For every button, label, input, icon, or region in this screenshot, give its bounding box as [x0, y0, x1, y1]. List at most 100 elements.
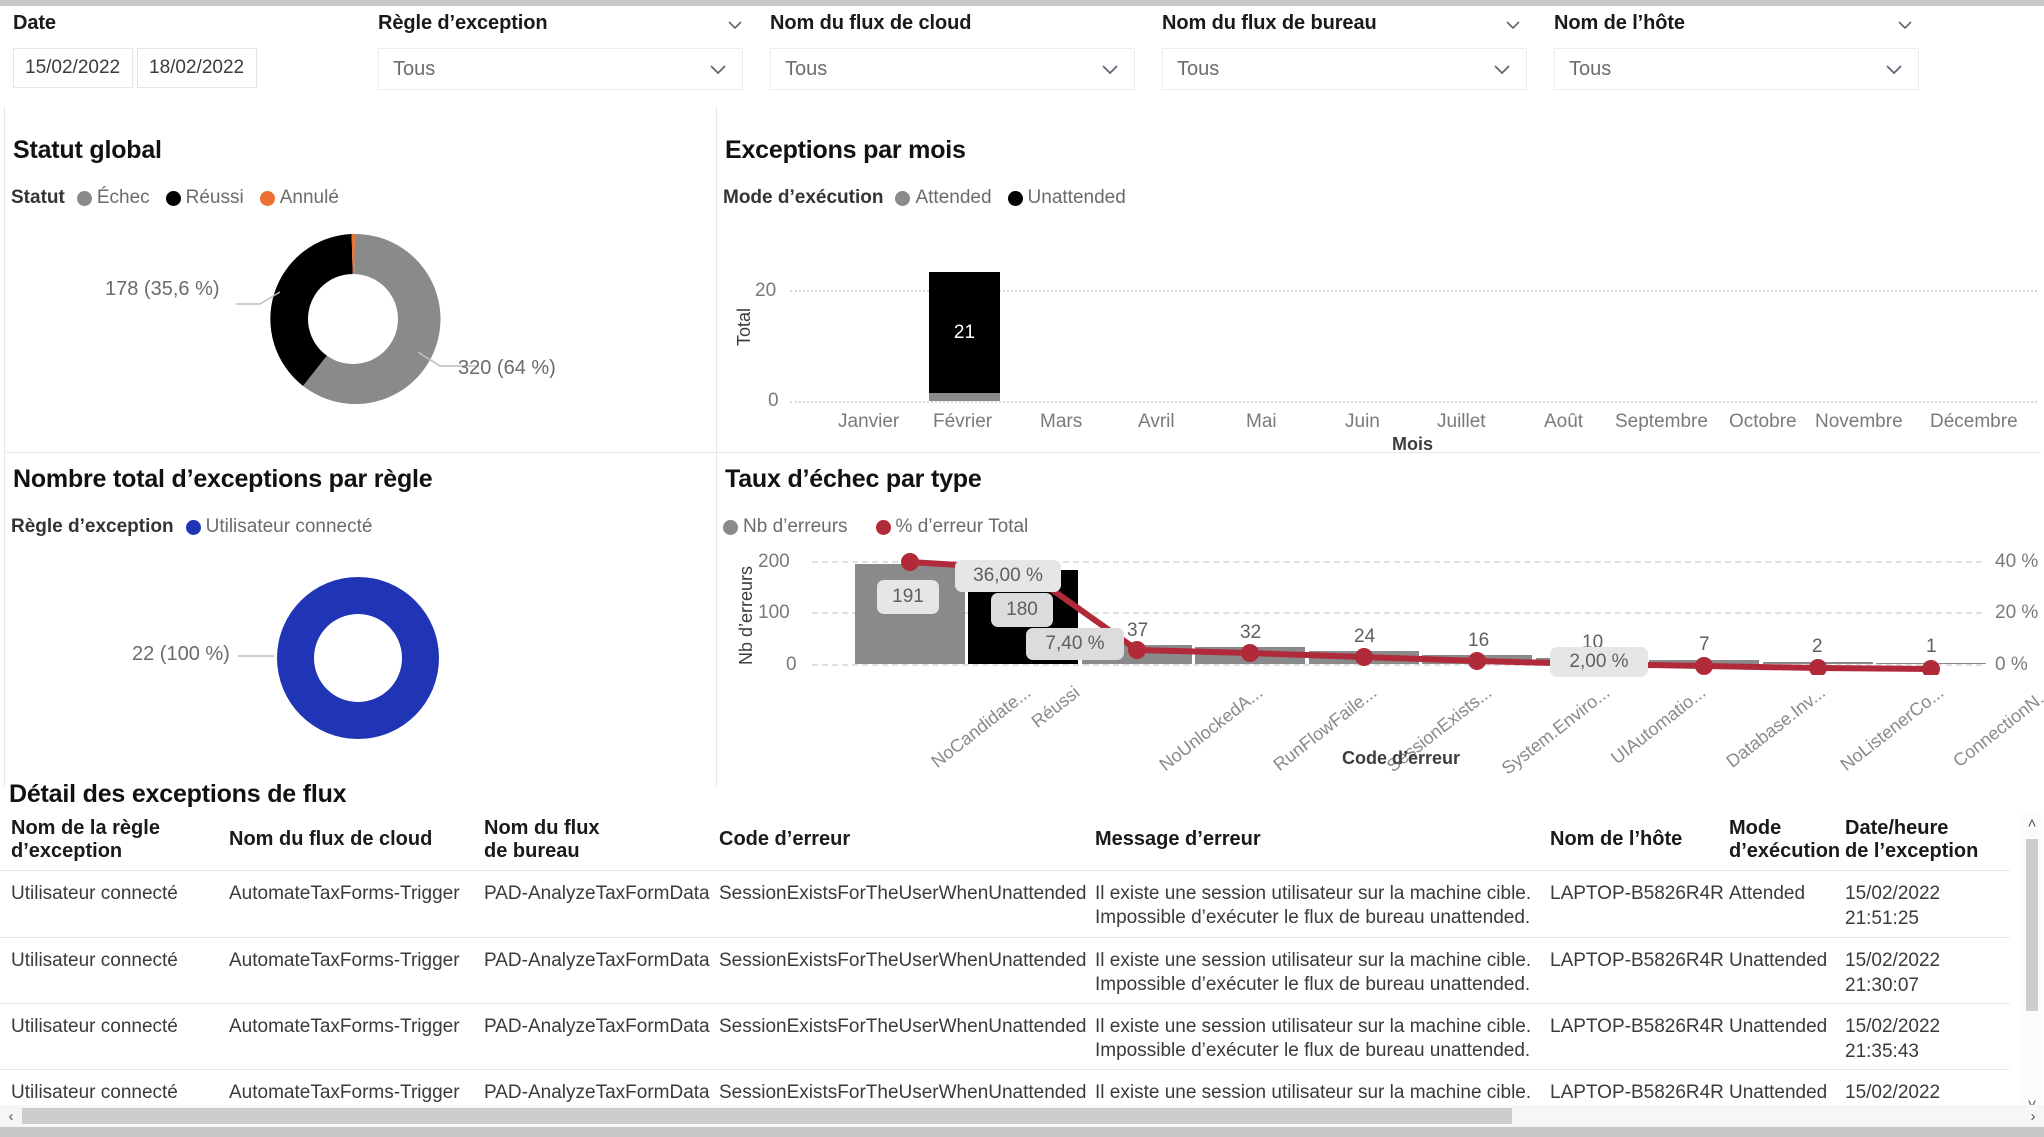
scroll-up-icon[interactable]: ˄ — [2022, 811, 2042, 835]
failure-rate-bar-datalabel-9: 2 — [1812, 636, 1823, 657]
date-start-input[interactable]: 15/02/2022 — [13, 48, 133, 88]
scroll-right-icon[interactable]: › — [2022, 1105, 2044, 1127]
cell-cloud-flow: AutomateTaxForms-Trigger — [229, 950, 460, 971]
th-cloud-flow[interactable]: Nom du flux de cloud — [229, 828, 432, 851]
legend-swatch-echec — [76, 190, 92, 206]
desktop-flow-slicer[interactable]: Tous — [1162, 48, 1527, 90]
failure-rate-cat-8[interactable]: Database.Inv... — [1722, 682, 1829, 772]
cloud-flow-value: Tous — [785, 57, 828, 80]
legend-item-echec[interactable]: Échec — [76, 187, 150, 209]
exceptions-per-month-cat-mars[interactable]: Mars — [1040, 411, 1082, 433]
failure-rate-bar-datalabel-3: 37 — [1127, 620, 1149, 641]
exceptions-per-rule-donut-chart[interactable] — [272, 572, 444, 744]
exceptions-per-month-cat-janvier[interactable]: Janvier — [838, 411, 899, 433]
th-host-name[interactable]: Nom de l’hôte — [1550, 828, 1682, 851]
status-global-leader-lines — [236, 291, 281, 305]
cell-error-message-line2: Impossible d’exécuter le flux de bureau … — [1095, 1040, 1531, 1061]
date-end-input[interactable]: 18/02/2022 — [137, 48, 257, 88]
exceptions-per-month-bar-fevrier-attended[interactable] — [929, 393, 1000, 401]
legend-item-annule[interactable]: Annulé — [259, 187, 339, 209]
exceptions-per-month-gridline-0 — [790, 401, 2037, 403]
cell-error-message-line1: Il existe une session utilisateur sur la… — [1095, 950, 1532, 971]
table-row[interactable]: Utilisateur connecté AutomateTaxForms-Tr… — [0, 938, 2010, 1003]
exception-rule-slicer[interactable]: Tous — [378, 48, 743, 90]
th-rule[interactable]: Nom de la règle d’exception — [11, 817, 171, 863]
legend-item-pct-erreur-total[interactable]: % d’erreur Total — [875, 516, 1028, 538]
failure-rate-cat-7[interactable]: UIAutomatio... — [1607, 682, 1710, 769]
failure-rate-cat-1[interactable]: NoCandidate... — [927, 682, 1035, 772]
th-execution-mode[interactable]: Mode d’exécution — [1729, 817, 1849, 863]
failure-rate-cat-9[interactable]: NoListenerCo... — [1837, 682, 1948, 776]
legend-item-nb-erreurs[interactable]: Nb d’erreurs — [723, 516, 848, 538]
status-global-callout-right: 320 (64 %) — [458, 357, 556, 379]
failure-rate-cat-10[interactable]: ConnectionN... — [1949, 682, 2044, 772]
failure-rate-line-datalabel-3: 7,40 % — [1026, 628, 1124, 660]
legend-swatch-unattended — [1007, 190, 1023, 206]
exceptions-per-month-cat-juillet[interactable]: Juillet — [1437, 411, 1486, 433]
filter-cloud-flow-label: Nom du flux de cloud — [770, 12, 972, 34]
th-desktop-flow[interactable]: Nom du flux de bureau — [484, 817, 624, 863]
exceptions-per-month-cat-fevrier[interactable]: Février — [933, 411, 992, 433]
chevron-down-icon[interactable] — [708, 60, 728, 80]
chevron-down-icon[interactable] — [1884, 60, 1904, 80]
th-error-message[interactable]: Message d’erreur — [1095, 828, 1261, 851]
failure-rate-cat-3[interactable]: NoUnlockedA... — [1156, 682, 1267, 776]
cell-cloud-flow: AutomateTaxForms-Trigger — [229, 1082, 460, 1103]
filter-date-label: Date — [13, 12, 56, 34]
detail-table-vertical-scrollbar[interactable]: ˄ ˅ — [2022, 811, 2042, 1116]
cell-error-message-line2: Impossible d’exécuter le flux de bureau … — [1095, 907, 1531, 928]
cell-error-message-line1: Il existe une session utilisateur sur la… — [1095, 883, 1532, 904]
th-error-code[interactable]: Code d’erreur — [719, 828, 850, 851]
cell-desktop-flow: PAD-AnalyzeTaxFormData — [484, 1016, 710, 1037]
failure-rate-bar-datalabel-4: 32 — [1240, 622, 1262, 643]
panel-divider-horizontal-left — [4, 452, 716, 453]
cloud-flow-slicer[interactable]: Tous — [770, 48, 1135, 90]
cell-desktop-flow: PAD-AnalyzeTaxFormData — [484, 883, 710, 904]
exceptions-per-month-cat-octobre[interactable]: Octobre — [1729, 411, 1797, 433]
horizontal-scroll-thumb[interactable] — [22, 1108, 1512, 1124]
exceptions-per-month-ytick-0: 0 — [768, 390, 779, 411]
exceptions-per-month-cat-decembre[interactable]: Décembre — [1930, 411, 2018, 433]
chevron-down-icon[interactable] — [726, 16, 744, 34]
vertical-scroll-thumb[interactable] — [2026, 839, 2038, 1011]
failure-rate-cat-6[interactable]: System.Enviro... — [1498, 682, 1614, 779]
legend-item-unattended[interactable]: Unattended — [1007, 187, 1126, 209]
legend-item-attended[interactable]: Attended — [895, 187, 992, 209]
exceptions-per-month-cat-aout[interactable]: Août — [1544, 411, 1583, 433]
chevron-down-icon[interactable] — [1896, 16, 1914, 34]
legend-label-attended: Attended — [915, 187, 992, 208]
legend-item-utilisateur-connecte[interactable]: Utilisateur connecté — [185, 516, 373, 538]
exceptions-per-month-legend-title: Mode d’exécution — [723, 187, 884, 208]
scroll-left-icon[interactable]: ‹ — [0, 1105, 22, 1127]
detail-table-horizontal-scrollbar[interactable]: ‹ › — [0, 1105, 2044, 1127]
host-name-slicer[interactable]: Tous — [1554, 48, 1919, 90]
desktop-flow-value: Tous — [1177, 57, 1220, 80]
cell-execution-mode: Unattended — [1729, 1016, 1828, 1037]
cell-error-message-line1: Il existe une session utilisateur sur la… — [1095, 1082, 1532, 1103]
table-row[interactable]: Utilisateur connecté AutomateTaxForms-Tr… — [0, 1004, 2010, 1069]
exceptions-per-month-cat-avril[interactable]: Avril — [1138, 411, 1175, 433]
detail-table-header: Nom de la règle d’exception Nom du flux … — [0, 811, 2010, 869]
chevron-down-icon[interactable] — [1492, 60, 1512, 80]
cell-cloud-flow: AutomateTaxForms-Trigger — [229, 883, 460, 904]
panel-divider-left-edge — [4, 106, 5, 786]
chevron-down-icon[interactable] — [1504, 16, 1522, 34]
legend-label-utilisateur-connecte: Utilisateur connecté — [205, 516, 373, 537]
legend-swatch-reussi — [165, 190, 181, 206]
cell-cloud-flow: AutomateTaxForms-Trigger — [229, 1016, 460, 1037]
chevron-down-icon[interactable] — [1100, 60, 1120, 80]
cell-desktop-flow: PAD-AnalyzeTaxFormData — [484, 1082, 710, 1103]
panel-divider-vertical — [716, 106, 717, 786]
exceptions-per-month-cat-novembre[interactable]: Novembre — [1815, 411, 1903, 433]
exceptions-per-month-y-axis-title: Total — [734, 307, 754, 346]
cell-error-code: SessionExistsForTheUserWhenUnattended — [719, 1016, 1087, 1037]
exceptions-per-month-cat-septembre[interactable]: Septembre — [1615, 411, 1708, 433]
exceptions-per-month-cat-mai[interactable]: Mai — [1246, 411, 1277, 433]
th-exception-datetime[interactable]: Date/heure de l’exception — [1845, 817, 2025, 863]
detail-table: Nom de la règle d’exception Nom du flux … — [0, 811, 2044, 1137]
legend-item-reussi[interactable]: Réussi — [165, 187, 244, 209]
failure-rate-cat-2[interactable]: Réussi — [1028, 682, 1084, 732]
exceptions-per-month-cat-juin[interactable]: Juin — [1345, 411, 1380, 433]
table-row[interactable]: Utilisateur connecté AutomateTaxForms-Tr… — [0, 871, 2010, 937]
status-global-donut-chart[interactable] — [262, 228, 444, 410]
